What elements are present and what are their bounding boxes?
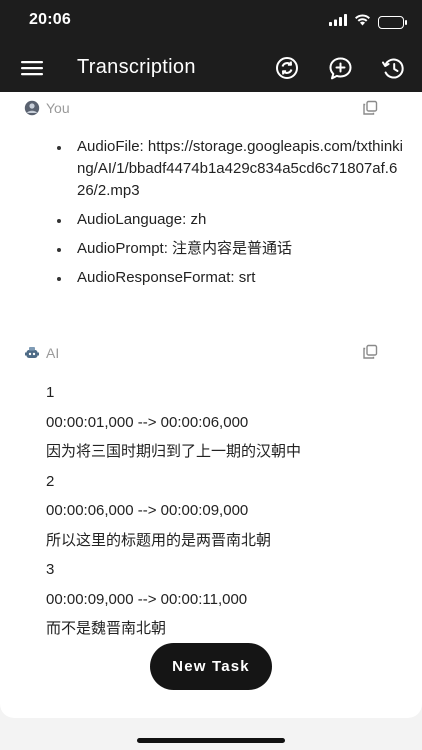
page-title: Transcription	[77, 56, 196, 78]
user-name: You	[46, 100, 70, 116]
ai-name: AI	[46, 345, 60, 361]
ai-avatar-icon	[24, 345, 40, 361]
srt-text: 而不是魏晋南北朝	[46, 620, 167, 637]
srt-timestamp: 00:00:01,000 --> 00:00:06,000	[46, 413, 249, 431]
history-icon[interactable]	[380, 55, 406, 81]
home-indicator	[137, 738, 285, 743]
status-icons	[329, 13, 407, 31]
status-time: 20:06	[29, 11, 71, 28]
user-message-list: AudioFile: https://storage.googleapis.co…	[54, 136, 404, 296]
app-bar: Transcription	[0, 44, 422, 92]
list-item-audio-prompt: AudioPrompt: 注意内容是普通话	[54, 238, 404, 260]
new-task-button[interactable]: New Task	[150, 643, 272, 690]
srt-index: 2	[46, 472, 55, 490]
srt-timestamp: 00:00:06,000 --> 00:00:09,000	[46, 502, 249, 519]
wifi-icon	[354, 13, 371, 31]
user-avatar-icon	[24, 100, 40, 116]
srt-text: 因为将三国时期归到了上一期的汉朝中	[46, 443, 302, 460]
copy-user-message-icon[interactable]	[362, 100, 378, 116]
list-item-audio-response-format: AudioResponseFormat: srt	[54, 267, 404, 289]
ai-message-body: 1 00:00:01,000 --> 00:00:06,000 因为将三国时期归…	[46, 378, 396, 644]
srt-index: 3	[46, 561, 55, 578]
list-item-audio-language: AudioLanguage: zh	[54, 209, 404, 231]
copy-ai-message-icon[interactable]	[362, 344, 378, 360]
ai-message-header: AI	[24, 345, 59, 361]
new-chat-icon[interactable]	[327, 55, 353, 81]
srt-text: 所以这里的标题用的是两晋南北朝	[46, 531, 272, 549]
signal-icon	[329, 13, 347, 31]
battery-icon	[378, 15, 407, 29]
switch-model-icon[interactable]	[274, 55, 300, 81]
user-message-header: You	[24, 100, 70, 116]
status-bar: 20:06	[0, 0, 422, 44]
srt-index: 1	[46, 384, 55, 401]
list-item-audio-file: AudioFile: https://storage.googleapis.co…	[54, 136, 404, 202]
srt-timestamp: 00:00:09,000 --> 00:00:11,000	[46, 590, 248, 608]
menu-icon[interactable]	[20, 56, 44, 80]
